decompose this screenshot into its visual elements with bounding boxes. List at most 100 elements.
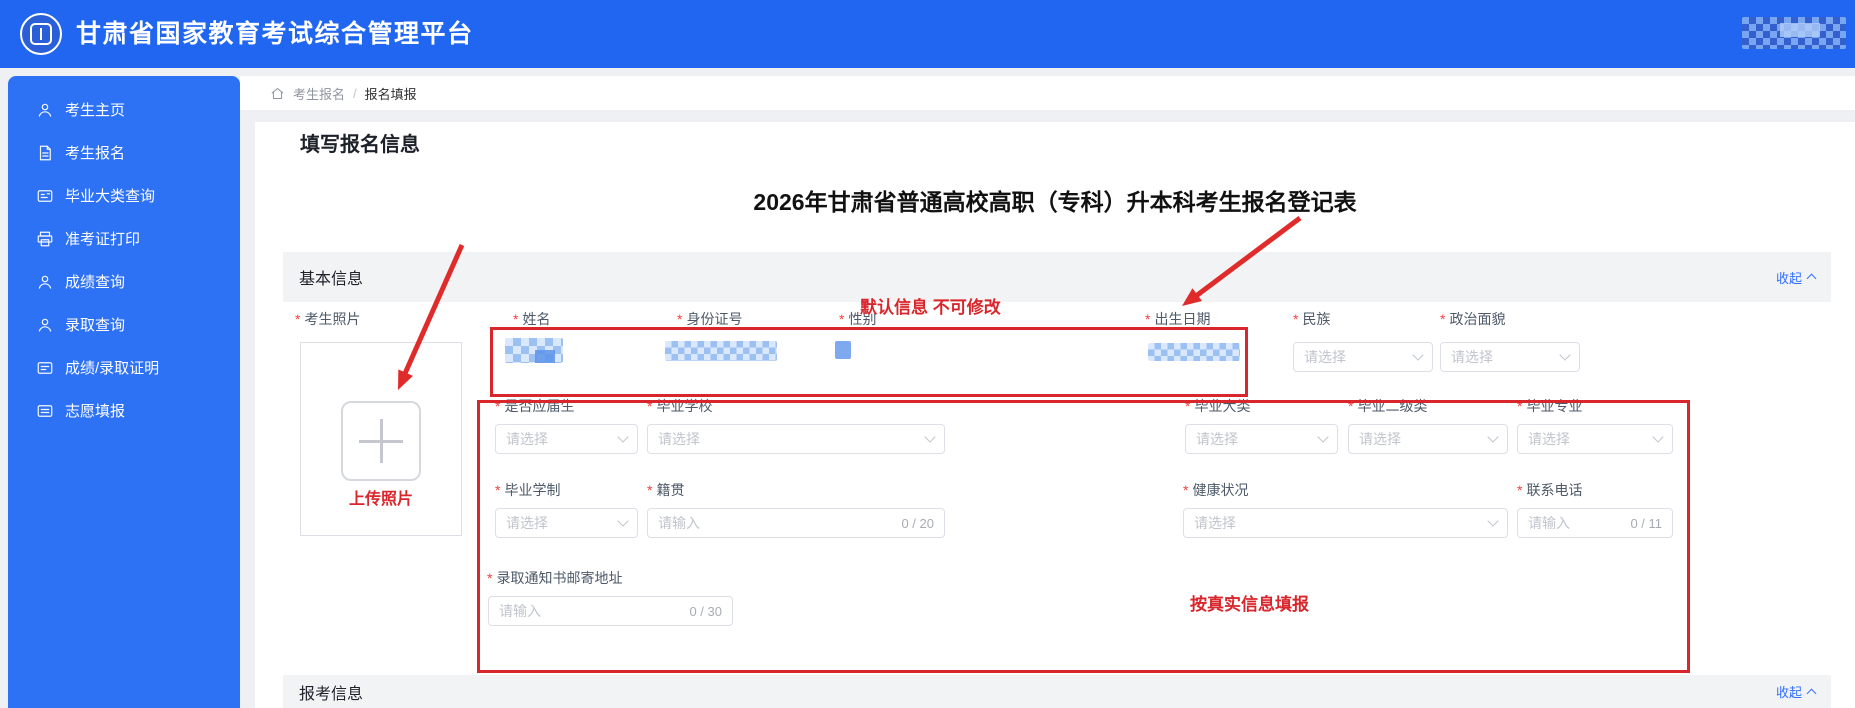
is-fresh-graduate-select[interactable]: 请选择 (495, 424, 638, 454)
printer-icon (36, 230, 54, 248)
select-placeholder: 请选择 (1359, 431, 1401, 447)
id-card-icon (36, 187, 54, 205)
select-placeholder: 请选择 (1451, 349, 1493, 365)
sidebar-item-label: 考生主页 (65, 102, 126, 119)
sidebar-nav: 考生主页 考生报名 毕业大类查询 准考证打印 成绩查询 录取查询 成绩/录取证明 (8, 76, 240, 708)
sidebar-item-score-admission-certificate[interactable]: 成绩/录取证明 (8, 346, 240, 389)
major-select[interactable]: 请选择 (1517, 424, 1673, 454)
chevron-down-icon (1412, 349, 1424, 361)
char-counter: 0 / 20 (901, 515, 934, 531)
platform-title: 甘肃省国家教育考试综合管理平台 (76, 20, 474, 48)
field-label-sub-category: * 毕业二级类 (1348, 398, 1428, 414)
field-label-photo: * 考生照片 (295, 311, 361, 327)
collapse-apply-button[interactable]: 收起 (1775, 682, 1817, 701)
collapse-label: 收起 (1775, 685, 1802, 700)
field-label-health: * 健康状况 (1183, 482, 1249, 498)
chevron-down-icon (1487, 431, 1499, 443)
graduate-school-select[interactable]: 请选择 (647, 424, 945, 454)
sidebar-item-label: 准考证打印 (65, 231, 141, 248)
home-icon[interactable] (270, 86, 285, 101)
collapse-label: 收起 (1775, 270, 1802, 286)
chevron-up-icon (1806, 688, 1817, 698)
emblem-bar-shape (40, 28, 42, 40)
political-status-select[interactable]: 请选择 (1440, 342, 1580, 372)
field-label-phone: * 联系电话 (1517, 482, 1583, 498)
sidebar-item-admission-query[interactable]: 录取查询 (8, 303, 240, 346)
sub-category-select[interactable]: 请选择 (1348, 424, 1508, 454)
form-icon (36, 402, 54, 420)
document-icon (36, 144, 54, 162)
gender-value-redacted (835, 341, 851, 359)
sidebar-item-label: 成绩/录取证明 (65, 360, 160, 377)
field-label-graduate-school: * 毕业学校 (647, 398, 713, 414)
user-account-redacted[interactable] (1742, 17, 1846, 49)
user-icon (36, 316, 54, 334)
study-length-select[interactable]: 请选择 (495, 508, 638, 538)
candidate-photo-upload-area[interactable]: 上传照片 (300, 342, 462, 536)
select-placeholder: 请选择 (1196, 431, 1238, 447)
sidebar-item-label: 志愿填报 (65, 403, 126, 420)
ethnicity-select[interactable]: 请选择 (1293, 342, 1433, 372)
sidebar-item-label: 考生报名 (65, 145, 126, 162)
sidebar-item-score-query[interactable]: 成绩查询 (8, 260, 240, 303)
upload-photo-annotation: 上传照片 (348, 491, 413, 508)
field-label-id-number: * 身份证号 (677, 311, 743, 327)
chevron-down-icon (617, 515, 629, 527)
sidebar-item-volunteer-fill[interactable]: 志愿填报 (8, 389, 240, 432)
field-label-political-status: * 政治面貌 (1440, 311, 1506, 327)
sidebar-item-graduate-category-query[interactable]: 毕业大类查询 (8, 174, 240, 217)
chevron-down-icon (617, 431, 629, 443)
id-number-value-redacted (665, 341, 777, 361)
input-placeholder: 请输入 (499, 603, 541, 619)
char-counter: 0 / 30 (689, 603, 722, 619)
input-placeholder: 请输入 (1528, 515, 1570, 531)
select-placeholder: 请选择 (1528, 431, 1570, 447)
collapse-basic-button[interactable]: 收起 (1775, 268, 1817, 287)
breadcrumb-separator: / (353, 85, 357, 101)
field-label-ethnicity: * 民族 (1293, 311, 1331, 327)
name-value-redacted (505, 338, 563, 363)
health-select[interactable]: 请选择 (1183, 508, 1508, 538)
field-label-mail-address: * 录取通知书邮寄地址 (487, 570, 623, 586)
section-apply-info-header: 报考信息 收起 (283, 675, 1831, 708)
select-placeholder: 请选择 (1194, 515, 1236, 531)
major-category-select[interactable]: 请选择 (1185, 424, 1338, 454)
native-place-input[interactable]: 请输入 0 / 20 (647, 508, 945, 538)
sidebar-item-candidate-register[interactable]: 考生报名 (8, 131, 240, 174)
select-placeholder: 请选择 (658, 431, 700, 447)
sidebar-item-candidate-home[interactable]: 考生主页 (8, 88, 240, 131)
chevron-down-icon (1652, 431, 1664, 443)
section-title: 基本信息 (299, 271, 364, 288)
sidebar-item-label: 成绩查询 (65, 274, 126, 291)
field-label-major: * 毕业专业 (1517, 398, 1583, 414)
top-header: 甘肃省国家教育考试综合管理平台 (0, 0, 1855, 68)
field-label-study-length: * 毕业学制 (495, 482, 561, 498)
platform-emblem-icon (20, 13, 62, 55)
sidebar-item-admission-ticket-print[interactable]: 准考证打印 (8, 217, 240, 260)
select-placeholder: 请选择 (1304, 349, 1346, 365)
char-counter: 0 / 11 (1630, 515, 1662, 531)
mail-address-input[interactable]: 请输入 0 / 30 (488, 596, 733, 626)
chevron-down-icon (1559, 349, 1571, 361)
birth-date-value-redacted (1148, 343, 1240, 361)
sidebar-item-label: 毕业大类查询 (65, 188, 156, 205)
section-title: 报考信息 (299, 685, 364, 703)
breadcrumb: 考生报名 / 报名填报 (240, 76, 1855, 110)
input-placeholder: 请输入 (658, 515, 700, 531)
fill-truth-annotation: 按真实信息填报 (1190, 595, 1309, 614)
chevron-down-icon (924, 431, 936, 443)
chevron-down-icon (1317, 431, 1329, 443)
default-info-annotation: 默认信息 不可修改 (860, 298, 1001, 317)
select-placeholder: 请选择 (506, 431, 548, 447)
chevron-up-icon (1806, 273, 1817, 284)
breadcrumb-level1[interactable]: 考生报名 (293, 84, 345, 103)
phone-input[interactable]: 请输入 0 / 11 (1517, 508, 1673, 538)
user-icon (36, 273, 54, 291)
field-label-native-place: * 籍贯 (647, 482, 685, 498)
certificate-icon (36, 359, 54, 377)
plus-upload-icon[interactable] (341, 401, 421, 481)
field-label-name: * 姓名 (513, 311, 551, 327)
section-basic-info-header: 基本信息 收起 (283, 252, 1831, 302)
page-title: 填写报名信息 (300, 134, 420, 156)
breadcrumb-level2-current: 报名填报 (364, 86, 417, 102)
